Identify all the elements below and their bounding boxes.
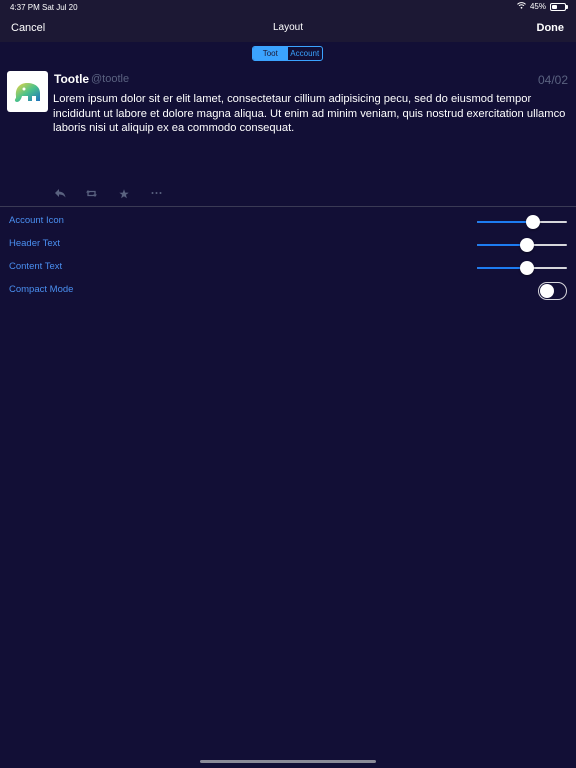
segment-account[interactable]: Account (288, 47, 323, 60)
post-actions (0, 189, 576, 203)
post-author-handle: @tootle (91, 73, 130, 85)
content-text-slider[interactable] (477, 261, 567, 275)
home-indicator[interactable] (200, 760, 376, 763)
header-text-slider[interactable] (477, 238, 567, 252)
slider-thumb[interactable] (525, 215, 540, 229)
favorite-icon[interactable] (119, 189, 129, 202)
account-icon-slider[interactable] (477, 215, 567, 229)
elephant-logo-icon (14, 83, 40, 102)
setting-content-text: Content Text (0, 257, 576, 279)
segment-toot[interactable]: Toot (253, 47, 288, 60)
post-body: Lorem ipsum dolor sit er elit lamet, con… (53, 93, 566, 134)
setting-label: Account Icon (9, 215, 64, 226)
setting-compact-mode: Compact Mode (0, 280, 576, 302)
reply-icon[interactable] (55, 189, 66, 201)
post-date: 04/02 (537, 73, 568, 87)
battery-percent: 45% (529, 2, 546, 11)
layout-segmented-control: Toot Account (252, 46, 323, 61)
post-author-name: Tootle (54, 72, 90, 86)
setting-label: Content Text (9, 261, 63, 272)
setting-label: Compact Mode (9, 284, 74, 295)
setting-header-text: Header Text (0, 234, 576, 256)
status-date: Sat Jul 20 (42, 3, 78, 12)
page-title: Layout (272, 22, 304, 33)
done-button[interactable]: Done (537, 22, 565, 34)
toggle-knob (540, 284, 554, 298)
slider-thumb[interactable] (520, 261, 535, 275)
status-right: 45% (517, 2, 568, 11)
battery-fill (552, 4, 558, 9)
battery-icon (550, 2, 568, 11)
nav-bar: Cancel Layout Done (0, 14, 576, 42)
slider-thumb[interactable] (519, 238, 534, 252)
avatar (7, 71, 48, 112)
wifi-icon (517, 2, 526, 11)
boost-icon[interactable] (86, 189, 97, 201)
status-time: 4:37 PM (10, 3, 40, 12)
setting-label: Header Text (9, 238, 61, 249)
battery-tip (566, 4, 568, 9)
more-icon[interactable] (151, 189, 162, 201)
compact-mode-toggle[interactable] (538, 282, 567, 300)
setting-account-icon: Account Icon (0, 211, 576, 233)
status-bar: 4:37 PM Sat Jul 20 45% (0, 0, 576, 14)
divider (0, 206, 576, 207)
slider-fill (477, 221, 533, 223)
